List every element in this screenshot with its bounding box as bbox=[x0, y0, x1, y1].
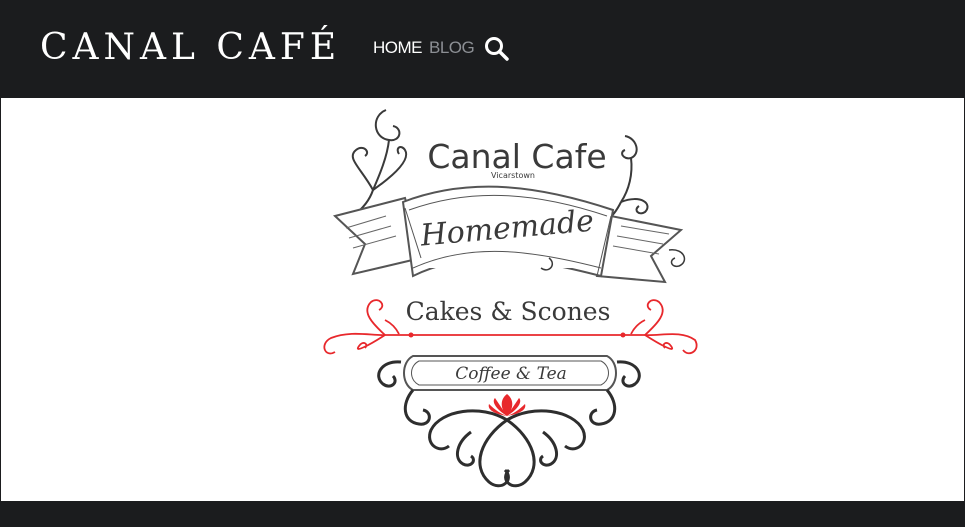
site-title[interactable]: CANAL CAFÉ bbox=[40, 26, 341, 70]
search-icon bbox=[485, 37, 509, 61]
logo-location: Vicarstown bbox=[491, 171, 535, 180]
cafe-logo: Canal Cafe Vicarstown Homemade Cakes & S… bbox=[323, 109, 698, 488]
flourish-top-right-icon bbox=[606, 135, 649, 221]
nav-item-blog[interactable]: BLOG bbox=[429, 37, 475, 59]
plaque-text: Coffee & Tea bbox=[455, 364, 567, 384]
tagline: Cakes & Scones bbox=[406, 297, 611, 326]
footer-bar bbox=[0, 501, 965, 527]
search-button[interactable] bbox=[483, 35, 511, 63]
hero-banner: Canal Cafe Vicarstown Homemade Cakes & S… bbox=[1, 98, 964, 501]
nav-item-home[interactable]: HOME bbox=[373, 37, 423, 59]
site-header: CANAL CAFÉ HOME BLOG bbox=[0, 0, 965, 97]
